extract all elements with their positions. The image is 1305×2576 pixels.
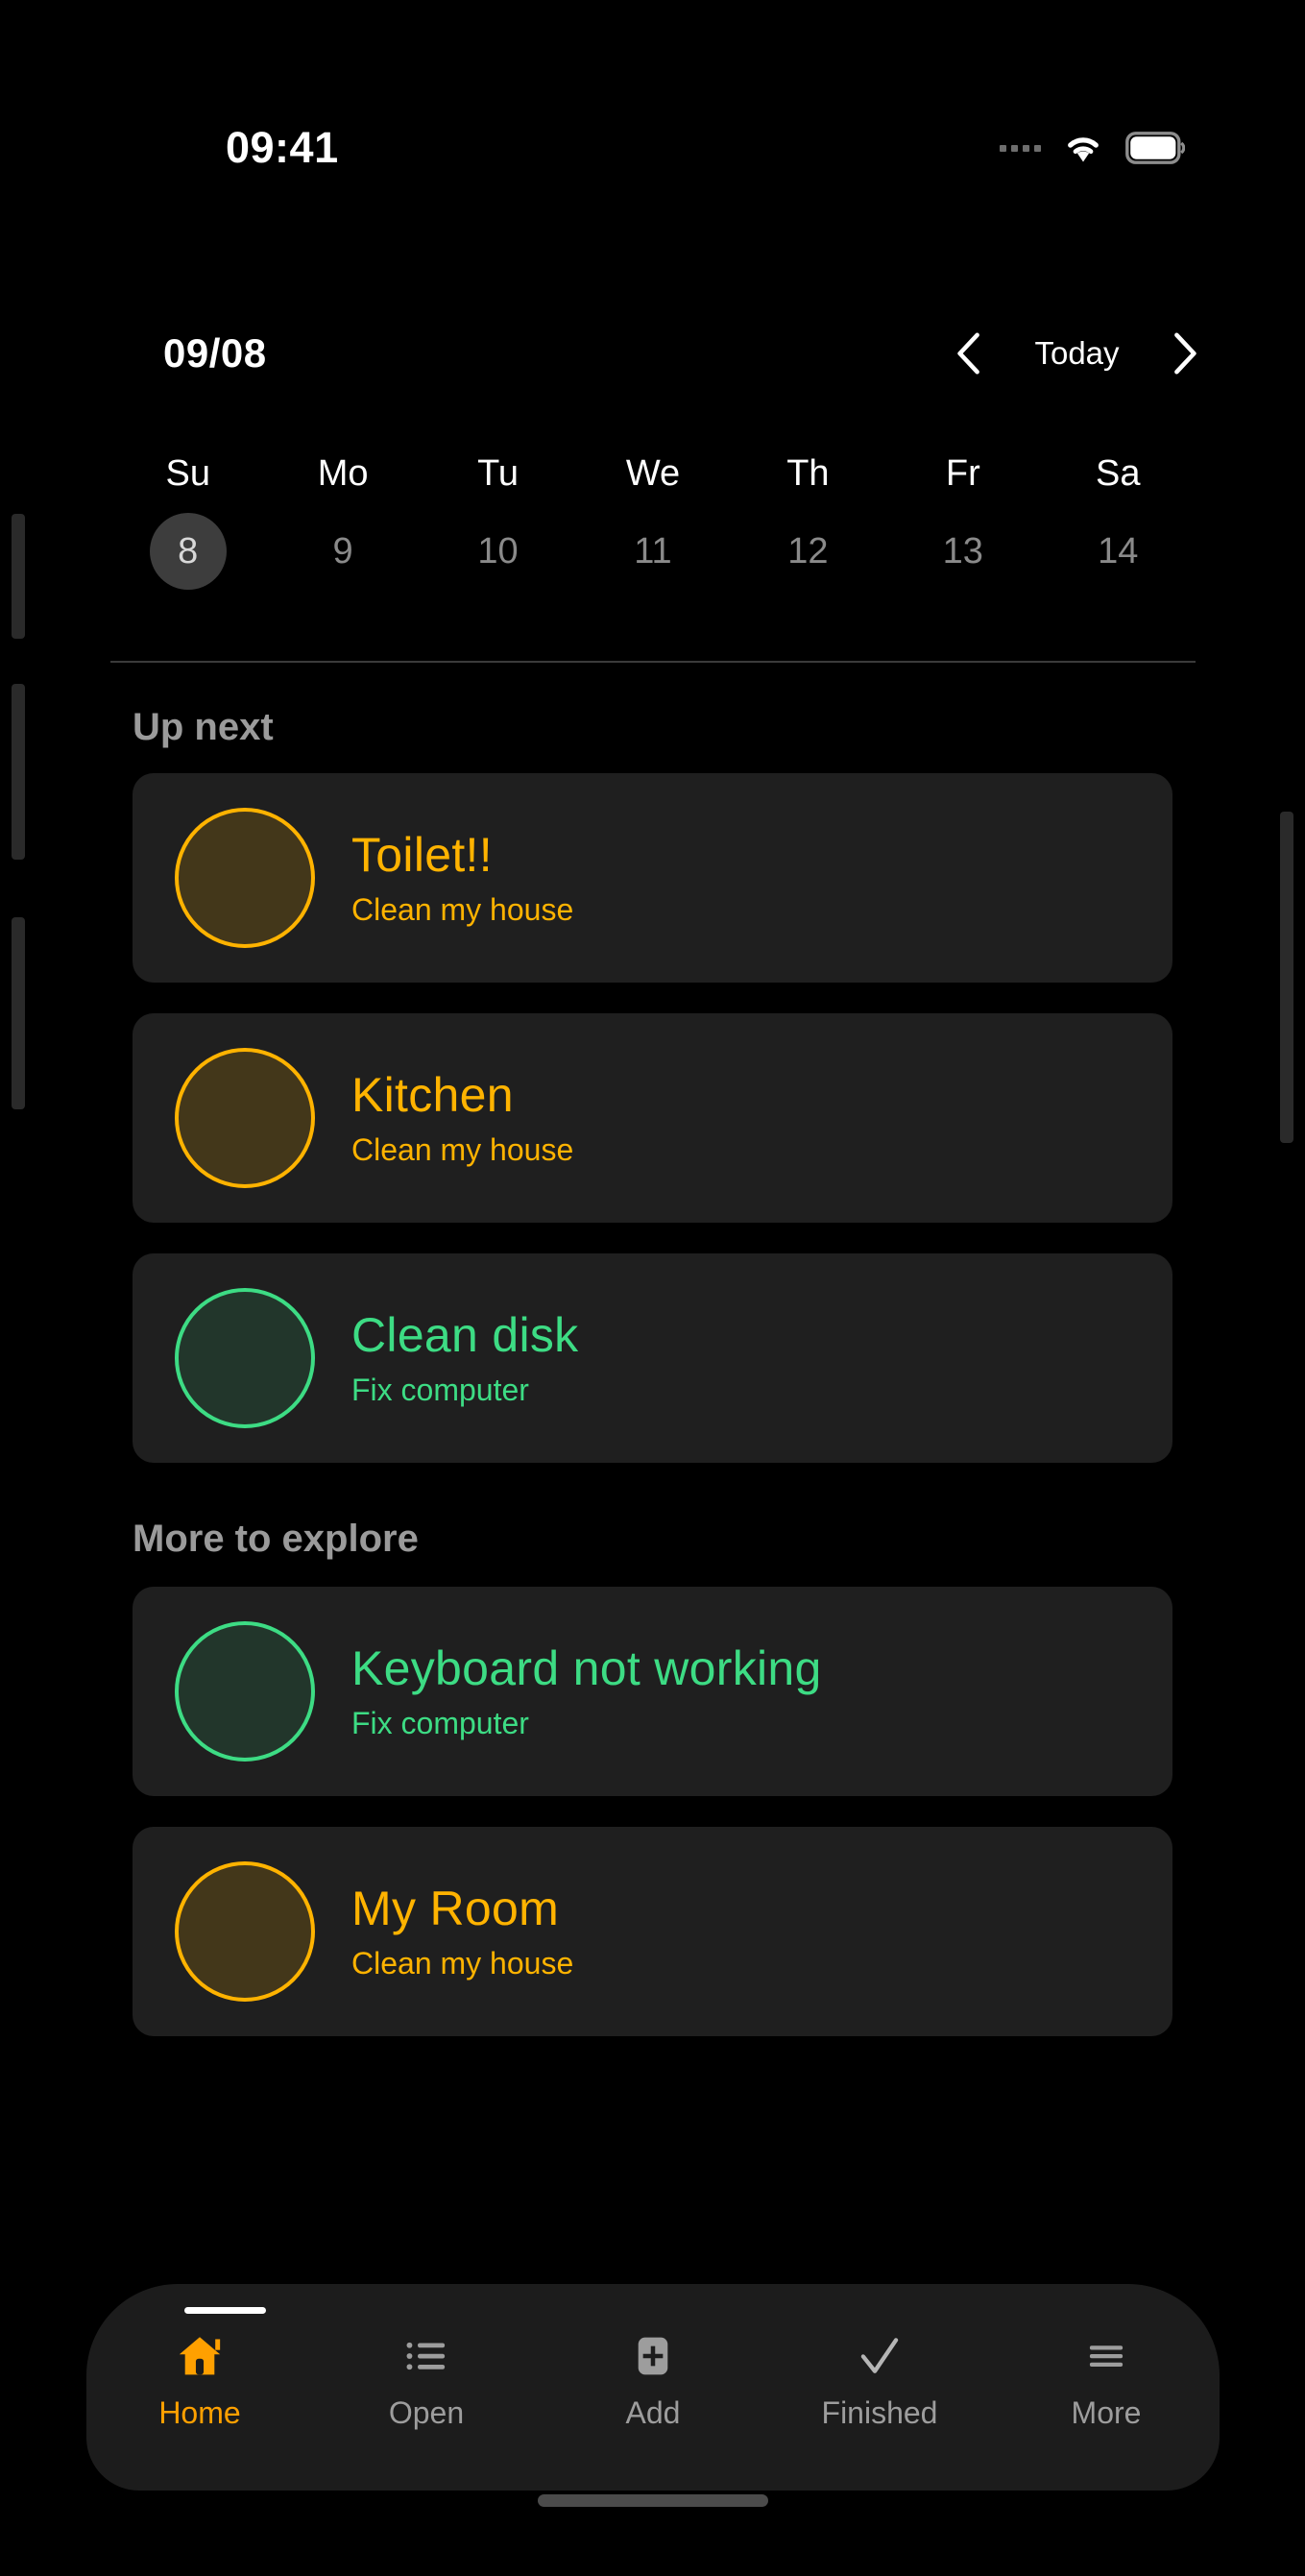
- day-column-mo[interactable]: Mo 9: [265, 451, 420, 590]
- day-number-cell[interactable]: 9: [304, 513, 381, 590]
- date-header: 09/08 Today: [0, 317, 1305, 389]
- date-navigation: Today: [950, 330, 1204, 377]
- device-side-button: [12, 917, 25, 1109]
- day-of-week-label: Sa: [1096, 453, 1141, 494]
- chevron-right-icon[interactable]: [1168, 330, 1204, 377]
- nav-label: Open: [388, 2395, 465, 2430]
- task-card-clean-disk[interactable]: Clean disk Fix computer: [133, 1253, 1172, 1463]
- task-card-text: Kitchen Clean my house: [351, 1065, 573, 1171]
- task-subtitle: Fix computer: [351, 1373, 529, 1407]
- day-column-su[interactable]: Su 8: [110, 451, 265, 590]
- task-status-bubble-icon[interactable]: [175, 808, 315, 948]
- device-power-button: [1280, 812, 1293, 1143]
- home-gesture-indicator[interactable]: [537, 2494, 768, 2507]
- home-icon: [179, 2337, 221, 2375]
- bottom-navigation-bar: Home Open Add Finished More: [86, 2284, 1220, 2491]
- task-card-text: My Room Clean my house: [351, 1879, 573, 1984]
- wifi-icon: [1068, 137, 1099, 162]
- status-time: 09:41: [226, 123, 339, 172]
- task-status-bubble-icon[interactable]: [175, 1288, 315, 1428]
- page-title: 09/08: [163, 329, 267, 376]
- task-status-bubble-icon[interactable]: [175, 1861, 315, 2002]
- task-subtitle: Clean my house: [351, 1946, 574, 1981]
- hamburger-icon: [1089, 2345, 1124, 2368]
- task-card-text: Clean disk Fix computer: [351, 1305, 578, 1411]
- day-number-cell[interactable]: 8: [149, 513, 227, 590]
- week-strip[interactable]: Su 8 Mo 9 Tu 10 We 11 Th 12 Fr 13 Sa 14: [110, 451, 1196, 590]
- day-column-th[interactable]: Th 12: [731, 451, 885, 590]
- day-of-week-label: Fr: [945, 453, 980, 494]
- calendar-divider: [110, 661, 1196, 663]
- day-number: 11: [634, 530, 672, 571]
- status-indicators: [1000, 132, 1185, 164]
- signal-dots-icon: [1000, 144, 1041, 152]
- nav-item-home[interactable]: Home: [86, 2330, 313, 2431]
- task-card-my-room[interactable]: My Room Clean my house: [133, 1827, 1172, 2036]
- nav-label: Home: [158, 2395, 241, 2430]
- device-side-button: [12, 684, 25, 860]
- day-number: 13: [942, 530, 983, 571]
- day-number: 8: [178, 530, 199, 571]
- nav-item-more[interactable]: More: [993, 2330, 1220, 2431]
- task-card-text: Keyboard not working Fix computer: [351, 1639, 822, 1744]
- day-number: 14: [1098, 530, 1139, 571]
- nav-label: Add: [625, 2395, 681, 2430]
- task-subtitle: Clean my house: [351, 1132, 574, 1167]
- day-number-cell[interactable]: 10: [460, 513, 537, 590]
- check-icon: [860, 2338, 899, 2373]
- nav-item-finished[interactable]: Finished: [766, 2330, 993, 2431]
- nav-item-add[interactable]: Add: [540, 2330, 766, 2431]
- task-card-toilet[interactable]: Toilet!! Clean my house: [133, 773, 1172, 983]
- status-bar: 09:41: [0, 113, 1305, 182]
- battery-icon: [1125, 132, 1185, 164]
- day-number-cell[interactable]: 14: [1079, 513, 1156, 590]
- today-button[interactable]: Today: [1027, 335, 1127, 372]
- day-number-cell[interactable]: 12: [769, 513, 846, 590]
- phone-screen: 09:41 09/08 Today Su 8 Mo 9 Tu 10 We 11 …: [0, 0, 1305, 2576]
- chevron-left-icon[interactable]: [950, 330, 986, 377]
- task-title: Toilet!!: [351, 828, 493, 882]
- nav-item-list: Home Open Add Finished More: [86, 2330, 1220, 2431]
- day-column-sa[interactable]: Sa 14: [1041, 451, 1196, 590]
- task-title: My Room: [351, 1882, 560, 1935]
- active-tab-indicator: [184, 2307, 266, 2314]
- task-title: Kitchen: [351, 1068, 514, 1122]
- task-title: Keyboard not working: [351, 1641, 822, 1695]
- task-subtitle: Clean my house: [351, 892, 574, 927]
- day-column-we[interactable]: We 11: [575, 451, 730, 590]
- day-column-tu[interactable]: Tu 10: [421, 451, 575, 590]
- task-title: Clean disk: [351, 1308, 579, 1362]
- section-heading-up-next: Up next: [133, 706, 274, 748]
- day-number-cell[interactable]: 13: [925, 513, 1002, 590]
- device-side-button: [12, 514, 25, 639]
- day-number: 12: [787, 530, 829, 571]
- section-heading-more-to-explore: More to explore: [133, 1518, 419, 1560]
- task-subtitle: Fix computer: [351, 1706, 529, 1740]
- nav-item-open[interactable]: Open: [313, 2330, 540, 2431]
- day-of-week-label: Tu: [477, 453, 520, 494]
- task-status-bubble-icon[interactable]: [175, 1048, 315, 1188]
- plus-box-icon: [638, 2337, 668, 2375]
- day-of-week-label: We: [625, 453, 681, 494]
- day-number: 9: [332, 530, 353, 571]
- day-column-fr[interactable]: Fr 13: [885, 451, 1040, 590]
- day-of-week-label: Mo: [317, 453, 369, 494]
- list-icon: [406, 2342, 446, 2370]
- nav-label: More: [1071, 2395, 1142, 2430]
- day-of-week-label: Th: [786, 453, 830, 494]
- task-card-kitchen[interactable]: Kitchen Clean my house: [133, 1013, 1172, 1223]
- day-number-cell[interactable]: 11: [615, 513, 691, 590]
- day-number: 10: [477, 530, 519, 571]
- day-of-week-label: Su: [165, 453, 210, 494]
- task-card-keyboard-not-working[interactable]: Keyboard not working Fix computer: [133, 1587, 1172, 1796]
- task-status-bubble-icon[interactable]: [175, 1621, 315, 1762]
- task-card-text: Toilet!! Clean my house: [351, 825, 573, 931]
- nav-label: Finished: [821, 2395, 938, 2430]
